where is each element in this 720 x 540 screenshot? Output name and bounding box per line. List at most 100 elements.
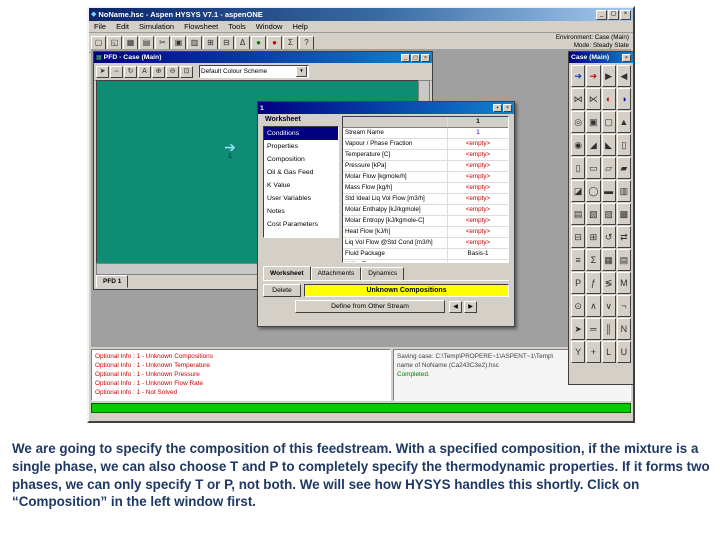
worksheet-row[interactable]: Temperature [C] <empty> [343, 150, 508, 161]
maximize-button[interactable]: ▢ [411, 53, 420, 62]
save-case-button[interactable]: ▦ [123, 35, 138, 50]
cooler-icon[interactable]: ◑ [616, 88, 631, 110]
relief-valve-icon[interactable]: ⋉ [586, 88, 601, 110]
help-button[interactable]: ? [299, 35, 314, 50]
nav-cost-parameters[interactable]: Cost Parameters [264, 218, 338, 231]
makeup-icon[interactable]: + [586, 341, 601, 363]
pid-controller-icon[interactable]: P [571, 272, 586, 294]
pump-icon[interactable]: ◉ [571, 134, 586, 156]
three-phase-separator-icon[interactable]: ▯ [571, 157, 586, 179]
pipe-segment-icon[interactable]: ═ [586, 318, 601, 340]
worksheet-row[interactable]: Heat Flow [kJ/h] <empty> [343, 227, 508, 238]
adjust-icon[interactable]: ⇄ [616, 226, 631, 248]
digital-point-icon[interactable]: ⊙ [571, 295, 586, 317]
row-value[interactable]: <empty> [448, 161, 508, 171]
zoom-in-button[interactable]: ⊕ [152, 65, 165, 78]
minimize-button[interactable]: _ [596, 9, 607, 20]
distillation-column-icon[interactable]: ▥ [616, 180, 631, 202]
row-value[interactable]: <empty> [448, 183, 508, 193]
pfd-tab[interactable]: PFD 1 [96, 275, 129, 288]
absorber-icon[interactable]: ▤ [571, 203, 586, 225]
copy-button[interactable]: ▣ [171, 35, 186, 50]
compressor-icon[interactable]: ◢ [586, 134, 601, 156]
refluxed-absorber-icon[interactable]: ▧ [586, 203, 601, 225]
user-unit-op-icon[interactable]: U [616, 341, 631, 363]
property-view-tab[interactable]: Dynamics [361, 267, 405, 281]
conversion-reactor-icon[interactable]: ▱ [601, 157, 616, 179]
menu-item[interactable]: Help [287, 22, 312, 31]
expander-icon[interactable]: ◣ [601, 134, 616, 156]
close-button[interactable]: × [421, 53, 430, 62]
row-value[interactable]: 1 [448, 128, 508, 138]
row-value[interactable]: <empty> [448, 139, 508, 149]
nav-conditions[interactable]: Conditions [264, 127, 338, 140]
nav-notes[interactable]: Notes [264, 205, 338, 218]
nav-oil-gas-feed[interactable]: Oil & Gas Feed [264, 166, 338, 179]
menu-item[interactable]: Tools [223, 22, 251, 31]
zoom-all-button[interactable]: ⊡ [180, 65, 193, 78]
liquid-liquid-extractor-icon[interactable]: ▩ [616, 203, 631, 225]
stream-1[interactable]: ➔ 1 [217, 140, 243, 160]
fired-heater-icon[interactable]: ▲ [616, 111, 631, 133]
pushpin-button[interactable]: ▪ [493, 104, 502, 112]
worksheet-row[interactable]: Utility Type [343, 260, 508, 262]
pfr-icon[interactable]: ▬ [601, 180, 616, 202]
boolean-not-icon[interactable]: ¬ [616, 295, 631, 317]
recycle-icon[interactable]: ↺ [601, 226, 616, 248]
row-value[interactable] [448, 260, 508, 262]
heat-exchanger-icon[interactable]: ◎ [571, 111, 586, 133]
text-button[interactable]: A [138, 65, 151, 78]
boolean-or-icon[interactable]: ∨ [601, 295, 616, 317]
row-value[interactable]: Basis-1 [448, 249, 508, 259]
maximize-button[interactable]: ▢ [608, 9, 619, 20]
gibbs-reactor-icon[interactable]: ◪ [571, 180, 586, 202]
worksheet-row[interactable]: Molar Entropy [kJ/kgmole-C] <empty> [343, 216, 508, 227]
property-view-tab[interactable]: Worksheet [263, 266, 311, 281]
menu-item[interactable]: Simulation [134, 22, 179, 31]
equilibrium-reactor-icon[interactable]: ▰ [616, 157, 631, 179]
splitter-icon[interactable]: Y [571, 341, 586, 363]
worksheet-row[interactable]: Molar Enthalpy [kJ/kgmole] <empty> [343, 205, 508, 216]
delete-button[interactable]: Delete [263, 284, 301, 297]
separator-icon[interactable]: ▯ [616, 134, 631, 156]
cstr-icon[interactable]: ◯ [586, 180, 601, 202]
row-value[interactable]: <empty> [448, 216, 508, 226]
worksheet-row[interactable]: Std Ideal Liq Vol Flow [m3/h] <empty> [343, 194, 508, 205]
menu-item[interactable]: Edit [111, 22, 134, 31]
previous-object-button[interactable]: ◀ [449, 300, 462, 313]
pfd-button[interactable]: ⊟ [219, 35, 234, 50]
boolean-and-icon[interactable]: ∧ [586, 295, 601, 317]
material-stream-icon[interactable]: ➔ [571, 65, 586, 87]
solver-active-button[interactable]: ● [251, 35, 266, 50]
reboiled-absorber-icon[interactable]: ▨ [601, 203, 616, 225]
latch-gate-icon[interactable]: L [601, 341, 616, 363]
workbook-button[interactable]: ⊞ [203, 35, 218, 50]
transfer-function-icon[interactable]: ƒ [586, 272, 601, 294]
property-view-tab[interactable]: Attachments [310, 267, 362, 281]
define-from-other-stream-button[interactable]: Define from Other Stream [295, 300, 445, 313]
worksheet-row[interactable]: Stream Name 1 [343, 128, 508, 139]
next-object-button[interactable]: ▶ [464, 300, 477, 313]
worksheet-row[interactable]: Fluid Package Basis-1 [343, 249, 508, 260]
row-value[interactable]: <empty> [448, 238, 508, 248]
spreadsheet-icon[interactable]: ▦ [601, 249, 616, 271]
worksheet-row[interactable]: Pressure [kPa] <empty> [343, 161, 508, 172]
menu-item[interactable]: Flowsheet [179, 22, 223, 31]
set-icon[interactable]: ≡ [571, 249, 586, 271]
case-study-icon[interactable]: ▤ [616, 249, 631, 271]
air-cooler-icon[interactable]: ▢ [601, 111, 616, 133]
shortcut-column-icon[interactable]: ⊞ [586, 226, 601, 248]
menu-item[interactable]: File [89, 22, 111, 31]
chevron-down-icon[interactable]: ▼ [296, 66, 307, 77]
mpc-icon[interactable]: M [616, 272, 631, 294]
nav-properties[interactable]: Properties [264, 140, 338, 153]
neural-net-icon[interactable]: N [616, 318, 631, 340]
basis-environment-button[interactable]: Δ [235, 35, 250, 50]
nav-user-variables[interactable]: User Variables [264, 192, 338, 205]
tank-icon[interactable]: ▭ [586, 157, 601, 179]
row-value[interactable]: <empty> [448, 150, 508, 160]
row-value[interactable]: <empty> [448, 172, 508, 182]
compressible-gas-pipe-icon[interactable]: ║ [601, 318, 616, 340]
energy-stream-icon[interactable]: ➔ [586, 65, 601, 87]
worksheet-row[interactable]: Mass Flow [kg/h] <empty> [343, 183, 508, 194]
